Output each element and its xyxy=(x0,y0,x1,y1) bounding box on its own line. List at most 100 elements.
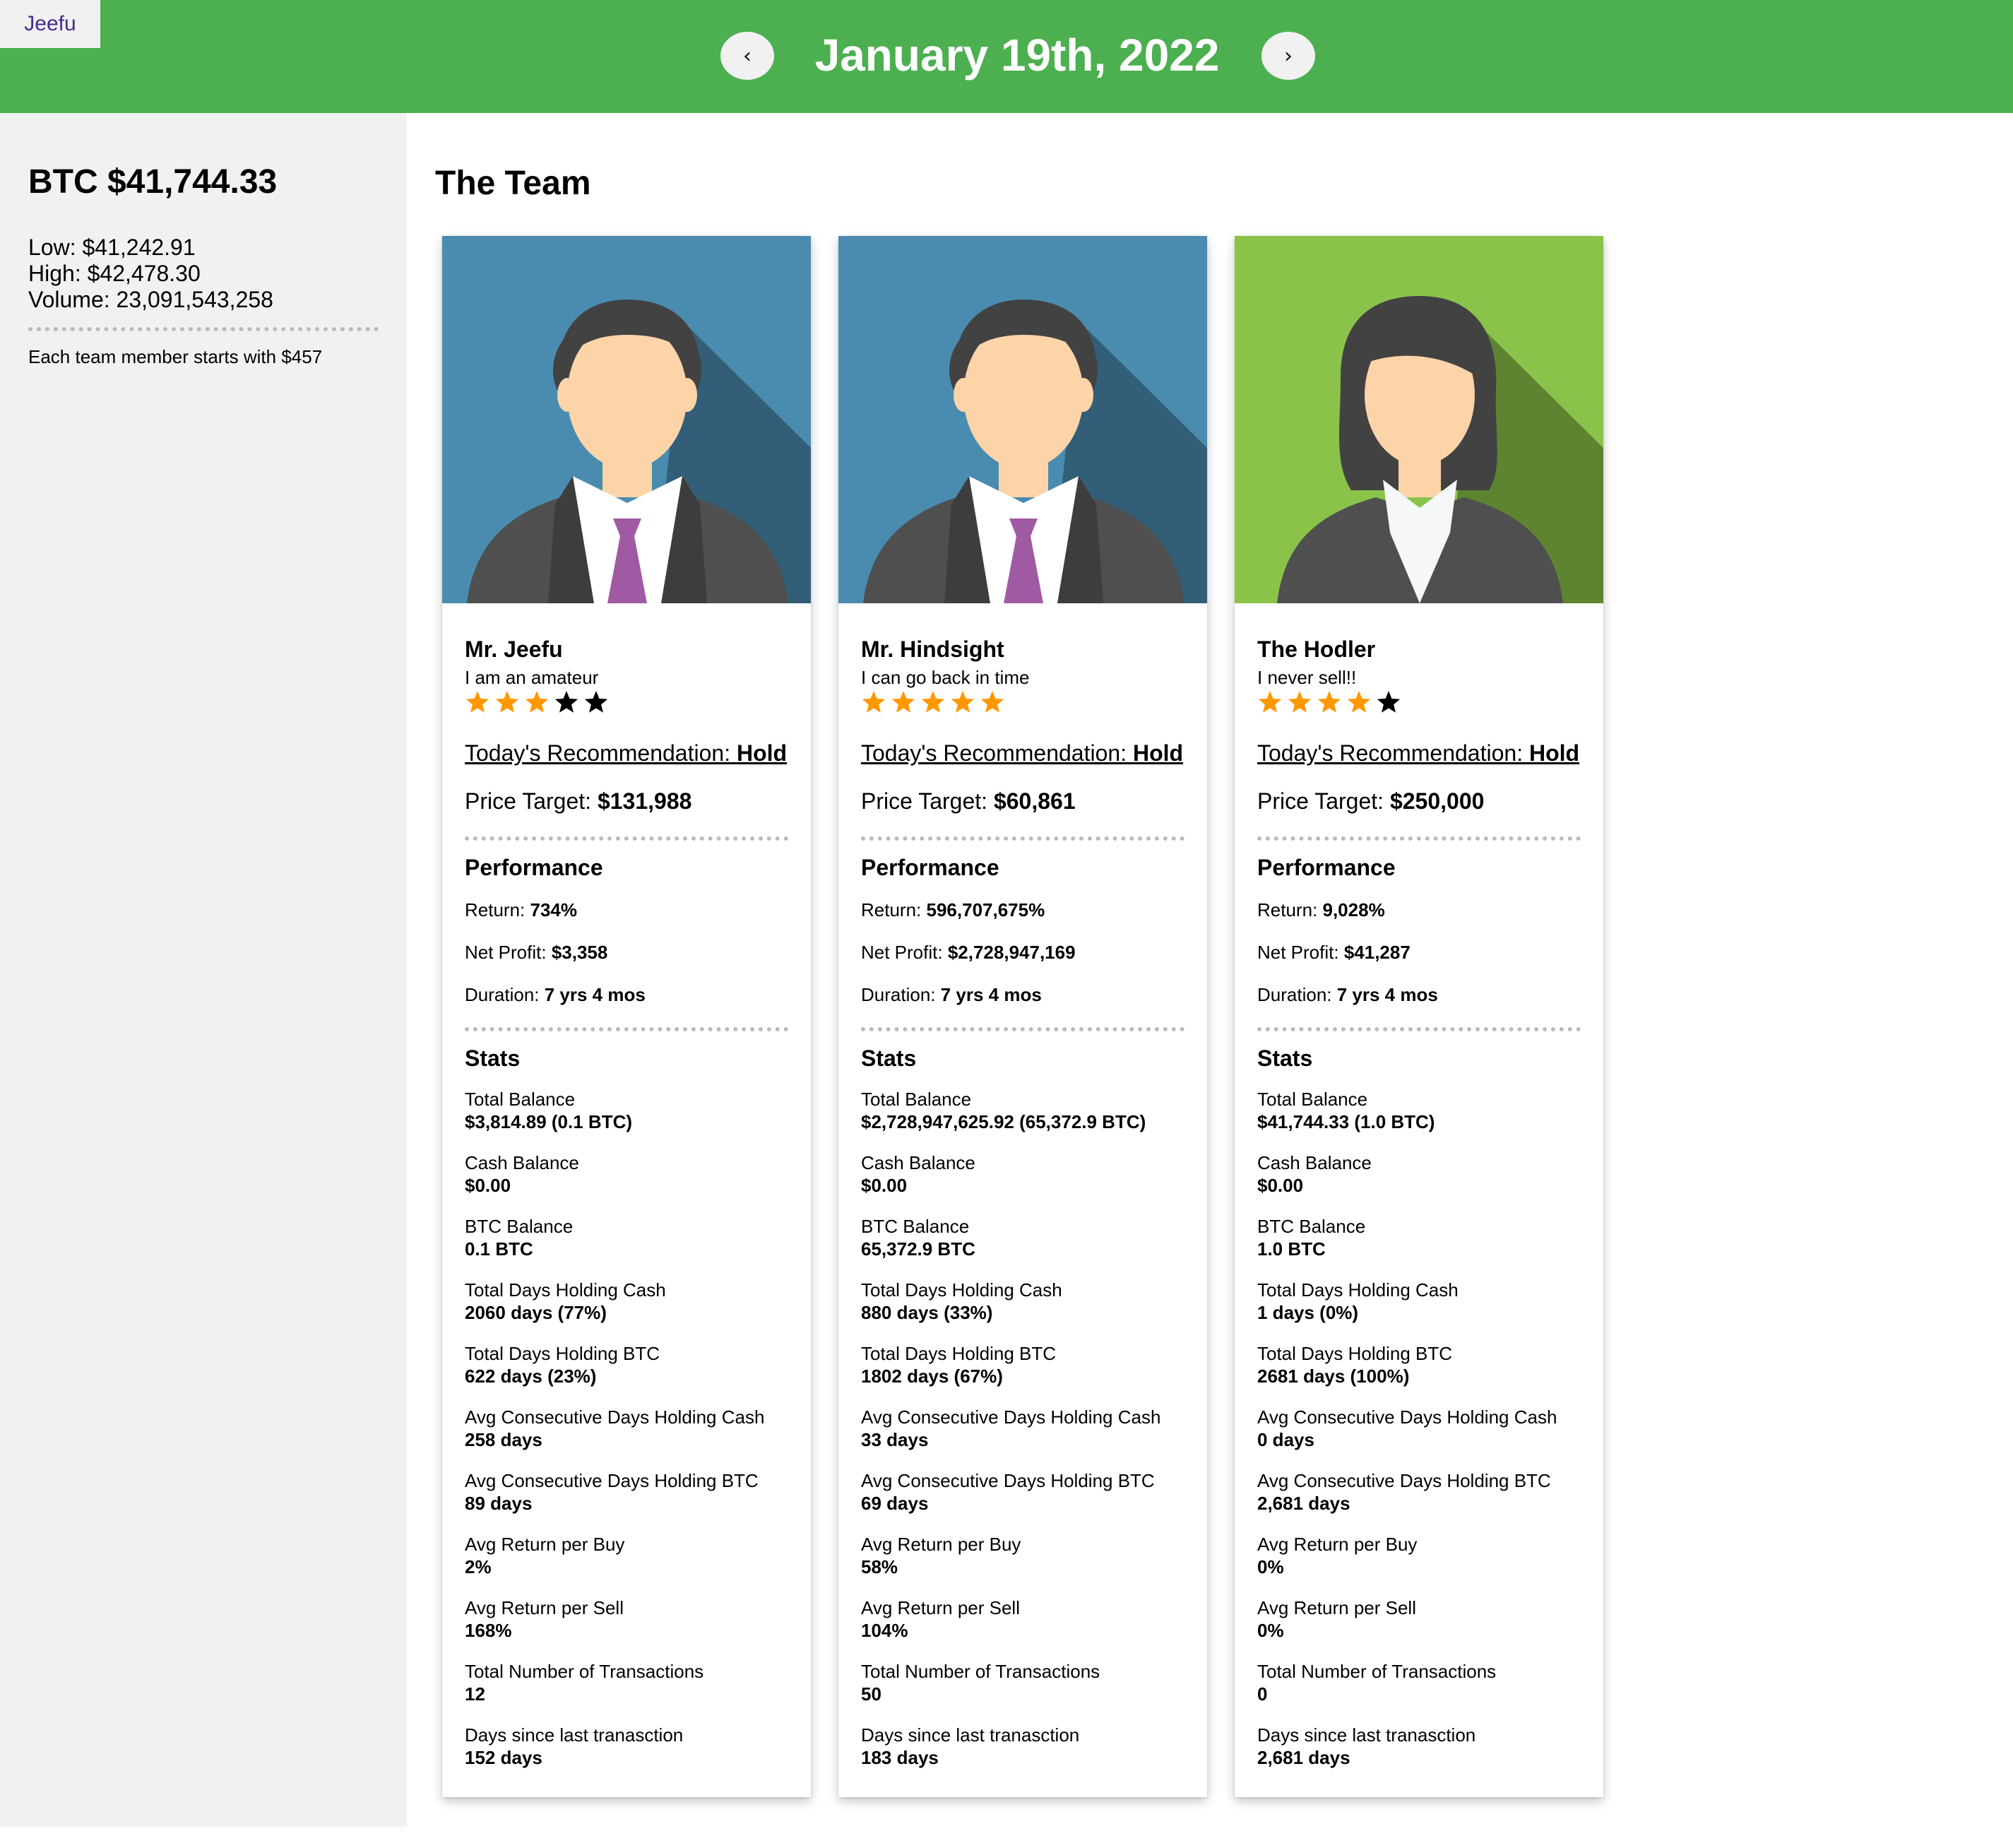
team-heading: The Team xyxy=(435,165,591,202)
card-divider xyxy=(1257,836,1581,841)
card-body: Mr. Jeefu I am an amateur Today's Recomm… xyxy=(465,636,788,1769)
card-divider xyxy=(861,836,1184,841)
return-label: Return: xyxy=(1257,899,1318,920)
stat-value: 89 days xyxy=(465,1493,533,1514)
net-profit-value: $3,358 xyxy=(551,942,608,963)
net-profit-label: Net Profit: xyxy=(861,942,943,963)
stats-heading: Stats xyxy=(1257,1046,1313,1071)
stat-value: 0% xyxy=(1257,1620,1284,1641)
recommendation-label: Today's Recommendation: xyxy=(1257,740,1524,766)
starting-balance-note: Each team member starts with $457 xyxy=(28,346,323,367)
stat-row: Total Days Holding BTC 2681 days (100%) xyxy=(1257,1342,1581,1387)
net-profit-label: Net Profit: xyxy=(465,942,547,963)
stat-label: Avg Consecutive Days Holding Cash xyxy=(465,1406,765,1428)
card-body: The Hodler I never sell!! Today's Recomm… xyxy=(1257,636,1581,1769)
card-body: Mr. Hindsight I can go back in time Toda… xyxy=(861,636,1184,1769)
star-icon xyxy=(465,691,489,713)
stat-value: 2,681 days xyxy=(1257,1747,1350,1768)
return-label: Return: xyxy=(861,899,922,920)
star-rating xyxy=(1257,689,1581,718)
stat-row: Total Days Holding BTC 1802 days (67%) xyxy=(861,1342,1184,1387)
star-icon xyxy=(980,691,1004,713)
star-icon xyxy=(862,691,886,713)
stat-row: Avg Return per Sell 168% xyxy=(465,1597,788,1642)
stat-value: 69 days xyxy=(861,1493,929,1514)
previous-day-button[interactable]: ‹ xyxy=(720,32,774,80)
duration-label: Duration: xyxy=(861,984,936,1005)
stat-value: 0.1 BTC xyxy=(465,1238,533,1260)
stat-row: Total Balance $41,744.33 (1.0 BTC) xyxy=(1257,1088,1581,1133)
member-tagline: I can go back in time xyxy=(861,667,1030,688)
top-header-bar: Jeefu ‹ January 19th, 2022 › xyxy=(0,0,2013,113)
stat-row: Avg Consecutive Days Holding BTC 69 days xyxy=(861,1469,1184,1515)
stats-heading: Stats xyxy=(861,1046,917,1071)
card-divider xyxy=(465,1027,788,1031)
price-target: Price Target: $131,988 xyxy=(465,787,788,815)
net-profit-row: Net Profit: $41,287 xyxy=(1257,941,1581,964)
stat-value: 33 days xyxy=(861,1429,929,1450)
net-profit-value: $41,287 xyxy=(1343,942,1411,963)
stat-row: Avg Consecutive Days Holding Cash 0 days xyxy=(1257,1406,1581,1451)
member-name: The Hodler xyxy=(1257,636,1376,662)
stat-value: $0.00 xyxy=(861,1175,908,1196)
stat-row: Avg Consecutive Days Holding Cash 33 days xyxy=(861,1406,1184,1451)
return-row: Return: 596,707,675% xyxy=(861,899,1184,921)
stat-value: 183 days xyxy=(861,1747,939,1768)
price-target-label: Price Target: xyxy=(861,788,988,814)
stat-row: Avg Return per Sell 0% xyxy=(1257,1597,1581,1642)
price-target-value: $131,988 xyxy=(597,788,692,814)
stat-row: Total Number of Transactions 0 xyxy=(1257,1660,1581,1705)
stat-row: Cash Balance $0.00 xyxy=(861,1151,1184,1197)
man-avatar xyxy=(442,236,811,603)
recommendation: Today's Recommendation: Hold xyxy=(465,739,788,767)
stat-label: Total Number of Transactions xyxy=(1257,1661,1497,1682)
next-day-button[interactable]: › xyxy=(1261,32,1315,80)
stat-label: Total Days Holding Cash xyxy=(465,1279,666,1301)
stat-row: Days since last tranasction 183 days xyxy=(861,1724,1184,1769)
duration-label: Duration: xyxy=(1257,984,1332,1005)
star-icon xyxy=(495,691,519,713)
stat-row: Avg Return per Buy 58% xyxy=(861,1533,1184,1578)
star-rating xyxy=(861,689,1184,718)
star-icon xyxy=(921,691,945,713)
stat-row: Total Days Holding Cash 1 days (0%) xyxy=(1257,1279,1581,1324)
duration-row: Duration: 7 yrs 4 mos xyxy=(1257,983,1581,1006)
stat-label: Avg Return per Buy xyxy=(465,1534,625,1555)
stat-value: 65,372.9 BTC xyxy=(861,1238,975,1260)
star-icon xyxy=(1377,691,1401,713)
duration-label: Duration: xyxy=(465,984,540,1005)
stat-value: $3,814.89 (0.1 BTC) xyxy=(465,1111,633,1132)
star-icon xyxy=(951,691,975,713)
chevron-right-icon: › xyxy=(1284,43,1293,69)
stat-row: Total Balance $2,728,947,625.92 (65,372.9… xyxy=(861,1088,1184,1133)
stat-label: Days since last tranasction xyxy=(1257,1724,1476,1746)
market-sidebar: BTC $41,744.33 Low: $41,242.91 High: $42… xyxy=(0,113,407,1827)
star-rating xyxy=(465,689,788,718)
card-divider xyxy=(861,1027,1184,1031)
stat-value: 2% xyxy=(465,1556,492,1577)
stat-value: $2,728,947,625.92 (65,372.9 BTC) xyxy=(861,1111,1146,1132)
price-target: Price Target: $60,861 xyxy=(861,787,1184,815)
net-profit-row: Net Profit: $2,728,947,169 xyxy=(861,941,1184,964)
stat-value: 2,681 days xyxy=(1257,1493,1350,1514)
stat-row: Total Number of Transactions 12 xyxy=(465,1660,788,1705)
net-profit-value: $2,728,947,169 xyxy=(947,942,1076,963)
performance-heading: Performance xyxy=(465,855,603,880)
stat-label: Avg Consecutive Days Holding BTC xyxy=(465,1470,759,1491)
duration-value: 7 yrs 4 mos xyxy=(940,984,1042,1005)
stat-label: BTC Balance xyxy=(1257,1216,1366,1237)
star-icon xyxy=(554,691,578,713)
star-icon xyxy=(1258,691,1282,713)
price-target-label: Price Target: xyxy=(465,788,592,814)
stat-row: BTC Balance 65,372.9 BTC xyxy=(861,1215,1184,1260)
performance-heading: Performance xyxy=(1257,855,1396,880)
market-summary: Low: $41,242.91 High: $42,478.30 Volume:… xyxy=(28,235,273,313)
woman-avatar xyxy=(1235,236,1603,603)
sidebar-divider xyxy=(28,327,379,331)
brand-link[interactable]: Jeefu xyxy=(0,0,100,48)
star-icon xyxy=(1317,691,1341,713)
stat-value: 880 days (33%) xyxy=(861,1302,993,1323)
stat-value: $41,744.33 (1.0 BTC) xyxy=(1257,1111,1435,1132)
member-name: Mr. Hindsight xyxy=(861,636,1004,662)
duration-row: Duration: 7 yrs 4 mos xyxy=(861,983,1184,1006)
